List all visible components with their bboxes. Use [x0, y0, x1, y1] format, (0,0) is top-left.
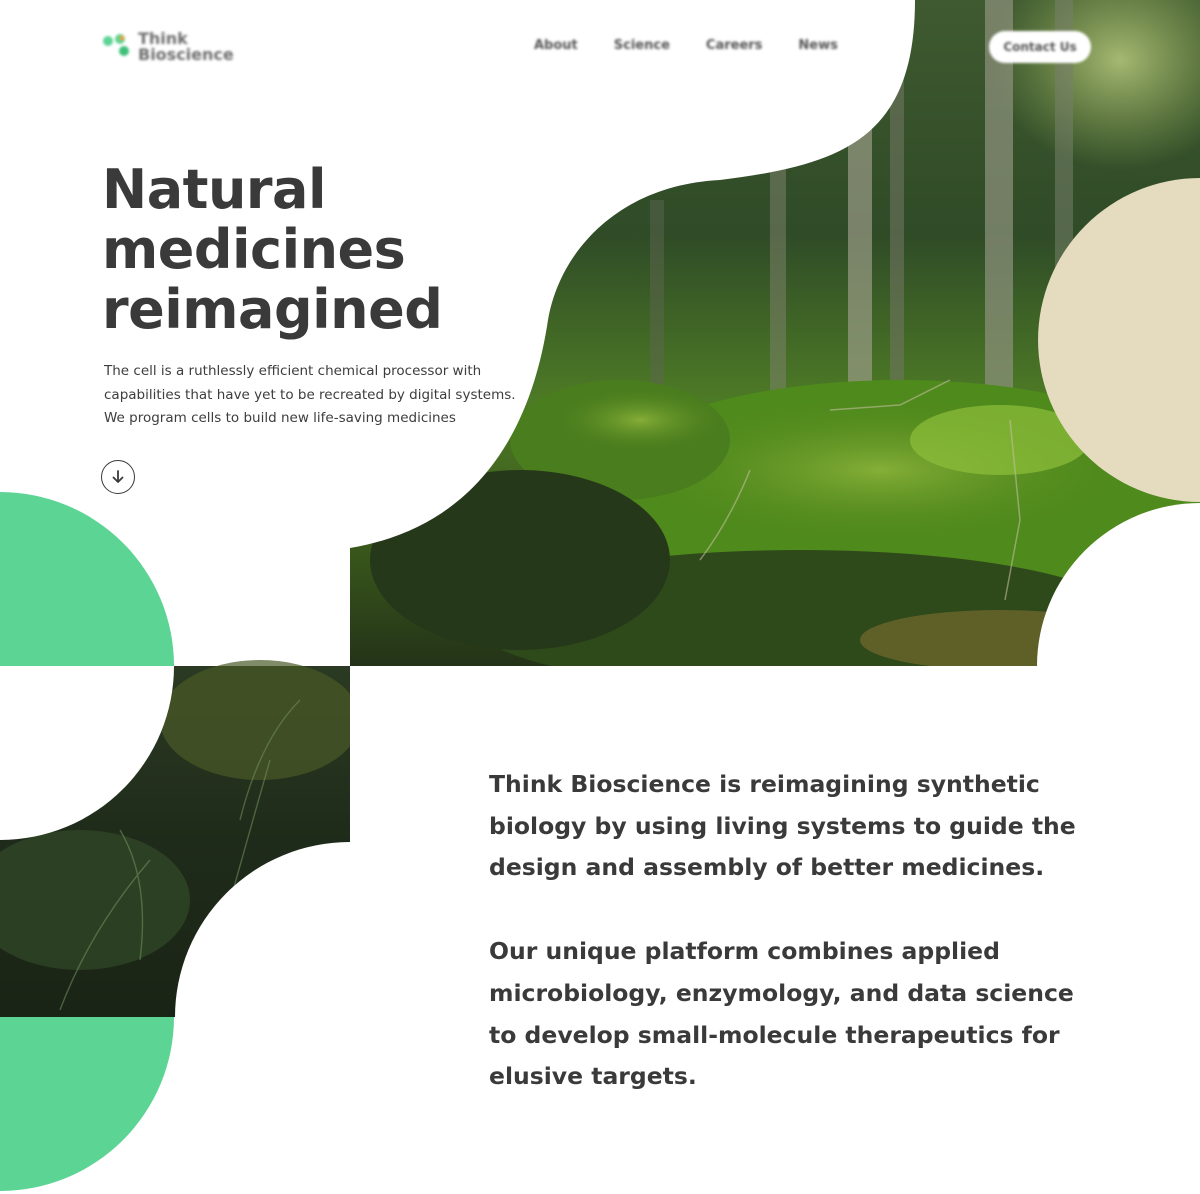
- main-nav: About Science Careers News: [534, 38, 874, 53]
- scroll-down-button[interactable]: [101, 460, 135, 494]
- about-line: to develop small-molecule therapeutics f…: [489, 1020, 1060, 1049]
- nav-link-about[interactable]: About: [534, 38, 578, 53]
- brand-name-line2: Bioscience: [138, 45, 234, 64]
- hero-description-line: capabilities that have yet to be recreat…: [104, 386, 516, 403]
- hero-title-line: reimagined: [102, 278, 443, 341]
- nav-link-careers[interactable]: Careers: [706, 38, 763, 53]
- hero-title: Natural medicines reimagined: [102, 158, 443, 341]
- hero-title-line: Natural: [102, 158, 326, 221]
- about-paragraph-2: Our unique platform combines applied mic…: [489, 931, 1089, 1098]
- hero-description-line: The cell is a ruthlessly efficient chemi…: [104, 363, 482, 379]
- about-line: Our unique platform combines applied: [489, 937, 1000, 966]
- hero-description: The cell is a ruthlessly efficient chemi…: [104, 360, 524, 431]
- hero-title-line: medicines: [102, 218, 406, 281]
- about-paragraph-1: Think Bioscience is reimagining syntheti…: [489, 764, 1089, 889]
- about-line: biology by using living systems to guide…: [489, 811, 1076, 840]
- nav-link-science[interactable]: Science: [614, 38, 670, 53]
- nav-link-news[interactable]: News: [798, 38, 837, 53]
- about-line: elusive targets.: [489, 1062, 697, 1091]
- hero-description-line: We program cells to build new life-savin…: [104, 410, 456, 426]
- molecule-logo-icon: [100, 30, 134, 64]
- arrow-down-circle-icon: [112, 470, 124, 483]
- brand-logo[interactable]: Think Bioscience: [100, 30, 234, 64]
- about-section: Think Bioscience is reimagining syntheti…: [489, 764, 1089, 1140]
- about-line: design and assembly of better medicines.: [489, 853, 1045, 882]
- contact-us-button[interactable]: Contact Us: [989, 31, 1091, 63]
- about-line: microbiology, enzymology, and data scien…: [489, 978, 1074, 1007]
- about-line: Think Bioscience is reimagining syntheti…: [489, 770, 1040, 798]
